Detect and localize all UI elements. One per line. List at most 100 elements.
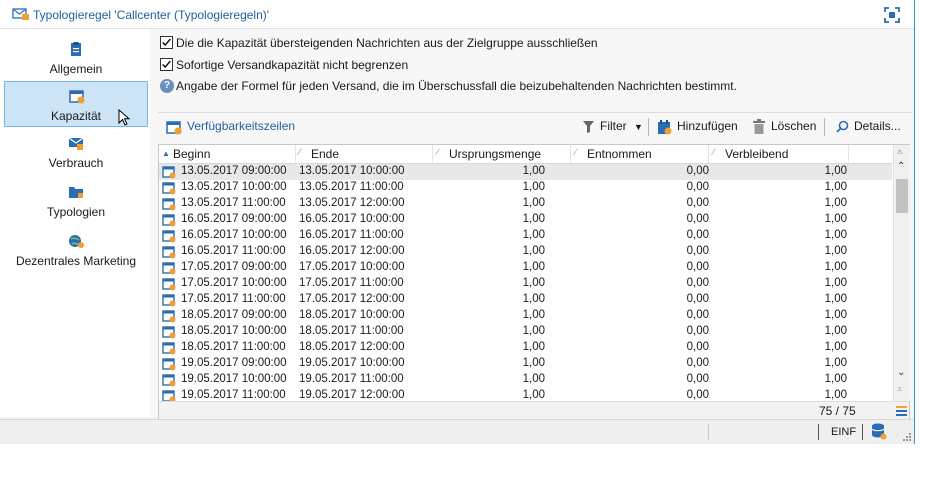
cell-verbleibend: 1,00 bbox=[824, 181, 847, 193]
cell-entnommen: 0,00 bbox=[686, 293, 709, 305]
sidebar-item-allgemein[interactable]: Allgemein bbox=[4, 35, 148, 81]
availability-row-icon bbox=[162, 197, 176, 211]
cell-beginn: 18.05.2017 11:00:00 bbox=[181, 341, 286, 353]
cell-beginn: 19.05.2017 10:00:00 bbox=[181, 373, 287, 385]
table-row[interactable]: 17.05.2017 11:00:00 17.05.2017 12:00:00 1,… bbox=[159, 292, 892, 308]
availability-row-icon bbox=[162, 181, 176, 195]
column-resize-icon: ⁄ bbox=[575, 147, 577, 157]
sort-ascending-icon: ▲ bbox=[162, 149, 170, 158]
sidebar: Allgemein Kapazität Verbrauch Typologien… bbox=[0, 29, 150, 417]
availability-row-icon bbox=[162, 357, 176, 371]
table-row[interactable]: 18.05.2017 10:00:00 18.05.2017 11:00:00 1,… bbox=[159, 324, 892, 340]
column-header-beginn[interactable]: Beginn bbox=[173, 147, 210, 161]
sidebar-item-typologien[interactable]: Typologien bbox=[4, 178, 148, 224]
toolbar-separator bbox=[648, 118, 649, 136]
table-row[interactable]: 13.05.2017 09:00:00 13.05.2017 10:00:00 1,… bbox=[159, 164, 892, 180]
cell-ende: 17.05.2017 10:00:00 bbox=[299, 261, 405, 273]
sidebar-item-verbrauch[interactable]: Verbrauch bbox=[4, 129, 148, 175]
add-button[interactable]: Hinzufügen bbox=[677, 119, 738, 133]
cell-entnommen: 0,00 bbox=[686, 373, 709, 385]
scroll-top-icon[interactable]: ⩟ bbox=[897, 146, 902, 157]
availability-row-icon bbox=[162, 261, 176, 275]
cell-ursprungsmenge: 1,00 bbox=[522, 309, 545, 321]
cell-ende: 19.05.2017 10:00:00 bbox=[299, 357, 405, 369]
cell-ursprungsmenge: 1,00 bbox=[522, 245, 545, 257]
table-row[interactable]: 16.05.2017 11:00:00 16.05.2017 12:00:00 1,… bbox=[159, 244, 892, 260]
column-separator bbox=[708, 145, 709, 163]
table-row[interactable]: 17.05.2017 10:00:00 17.05.2017 11:00:00 1,… bbox=[159, 276, 892, 292]
column-header-entnommen[interactable]: Entnommen bbox=[587, 147, 652, 161]
checkmark-icon bbox=[162, 38, 171, 47]
column-separator bbox=[570, 145, 571, 163]
cell-entnommen: 0,00 bbox=[686, 341, 709, 353]
scroll-down-icon[interactable]: ⌄ bbox=[897, 367, 905, 378]
cell-ursprungsmenge: 1,00 bbox=[522, 341, 545, 353]
cell-entnommen: 0,00 bbox=[686, 325, 709, 337]
availability-lines-label: Verfügbarkeitszeilen bbox=[187, 119, 296, 133]
availability-row-icon bbox=[162, 389, 176, 401]
details-button[interactable]: Details... bbox=[854, 119, 901, 133]
dialog-window: Typologieregel 'Callcenter (Typologiereg… bbox=[0, 0, 915, 444]
resize-grip-icon[interactable] bbox=[902, 432, 912, 442]
sidebar-item-dezentrales-marketing[interactable]: Dezentrales Marketing bbox=[4, 227, 148, 273]
cell-verbleibend: 1,00 bbox=[824, 261, 847, 273]
vertical-scrollbar[interactable]: ⩟ ⌃ ⌄ ⩡ bbox=[893, 145, 910, 401]
status-separator bbox=[708, 424, 709, 440]
search-icon bbox=[836, 120, 849, 133]
list-menu-icon[interactable] bbox=[896, 406, 907, 416]
scrollbar-thumb[interactable] bbox=[896, 179, 908, 213]
status-separator bbox=[818, 424, 819, 440]
table-row[interactable]: 16.05.2017 10:00:00 16.05.2017 11:00:00 1,… bbox=[159, 228, 892, 244]
cell-ursprungsmenge: 1,00 bbox=[522, 373, 545, 385]
calendar-gear-icon bbox=[166, 121, 182, 135]
chevron-down-icon[interactable]: ▼ bbox=[634, 122, 643, 132]
column-resize-icon: ⁄ bbox=[299, 147, 301, 157]
globe-user-icon bbox=[69, 235, 84, 248]
fullscreen-icon[interactable] bbox=[884, 7, 900, 23]
table-row[interactable]: 18.05.2017 11:00:00 18.05.2017 12:00:00 1,… bbox=[159, 340, 892, 356]
cell-entnommen: 0,00 bbox=[686, 389, 709, 401]
table-row[interactable]: 13.05.2017 11:00:00 13.05.2017 12:00:00 1,… bbox=[159, 196, 892, 212]
column-separator bbox=[848, 145, 849, 163]
cell-ende: 19.05.2017 12:00:00 bbox=[299, 389, 405, 401]
column-resize-icon: ⁄ bbox=[713, 147, 715, 157]
unlimited-checkbox[interactable] bbox=[160, 58, 173, 71]
table-row[interactable]: 19.05.2017 09:00:00 19.05.2017 10:00:00 1,… bbox=[159, 356, 892, 372]
availability-row-icon bbox=[162, 277, 176, 291]
cell-verbleibend: 1,00 bbox=[824, 293, 847, 305]
availability-table: ▲ Beginn ⁄ Ende ⁄ Ursprungsmenge ⁄ Entno… bbox=[158, 144, 910, 420]
table-row[interactable]: 13.05.2017 10:00:00 13.05.2017 11:00:00 1,… bbox=[159, 180, 892, 196]
scroll-up-icon[interactable]: ⌃ bbox=[897, 161, 905, 172]
sidebar-item-kapazitaet[interactable]: Kapazität bbox=[4, 81, 148, 127]
cell-ende: 18.05.2017 11:00:00 bbox=[299, 325, 404, 337]
input-mode-indicator: EINF bbox=[831, 426, 857, 438]
table-row[interactable]: 18.05.2017 09:00:00 18.05.2017 10:00:00 1,… bbox=[159, 308, 892, 324]
toolbar-separator bbox=[824, 118, 825, 136]
table-row[interactable]: 17.05.2017 09:00:00 17.05.2017 10:00:00 1,… bbox=[159, 260, 892, 276]
table-row[interactable]: 16.05.2017 09:00:00 16.05.2017 10:00:00 1,… bbox=[159, 212, 892, 228]
status-separator bbox=[862, 424, 863, 440]
database-icon[interactable] bbox=[871, 423, 887, 440]
delete-button[interactable]: Löschen bbox=[771, 119, 816, 133]
cell-ursprungsmenge: 1,00 bbox=[522, 213, 545, 225]
cell-entnommen: 0,00 bbox=[686, 229, 709, 241]
help-icon[interactable]: ? bbox=[160, 79, 174, 93]
column-header-verbleibend[interactable]: Verbleibend bbox=[725, 147, 788, 161]
cell-entnommen: 0,00 bbox=[686, 181, 709, 193]
calendar-gear-icon bbox=[69, 90, 85, 104]
column-header-ursprungsmenge[interactable]: Ursprungsmenge bbox=[449, 147, 541, 161]
table-row[interactable]: 19.05.2017 11:00:00 19.05.2017 12:00:00 1,… bbox=[159, 388, 892, 401]
availability-row-icon bbox=[162, 229, 176, 243]
sidebar-item-label: Typologien bbox=[46, 205, 106, 219]
scroll-bottom-icon[interactable]: ⩡ bbox=[897, 384, 902, 395]
table-row[interactable]: 19.05.2017 10:00:00 19.05.2017 11:00:00 1,… bbox=[159, 372, 892, 388]
exclude-checkbox[interactable] bbox=[160, 36, 173, 49]
column-resize-icon: ⁄ bbox=[437, 147, 439, 157]
sidebar-item-label: Allgemein bbox=[49, 62, 103, 76]
filter-button[interactable]: Filter bbox=[600, 119, 627, 133]
formula-link[interactable]: Angabe der Formel für jeden Versand, die… bbox=[176, 79, 737, 93]
cell-ursprungsmenge: 1,00 bbox=[522, 261, 545, 273]
cell-ende: 19.05.2017 11:00:00 bbox=[299, 373, 404, 385]
column-header-ende[interactable]: Ende bbox=[311, 147, 339, 161]
table-header: ▲ Beginn ⁄ Ende ⁄ Ursprungsmenge ⁄ Entno… bbox=[159, 145, 892, 164]
